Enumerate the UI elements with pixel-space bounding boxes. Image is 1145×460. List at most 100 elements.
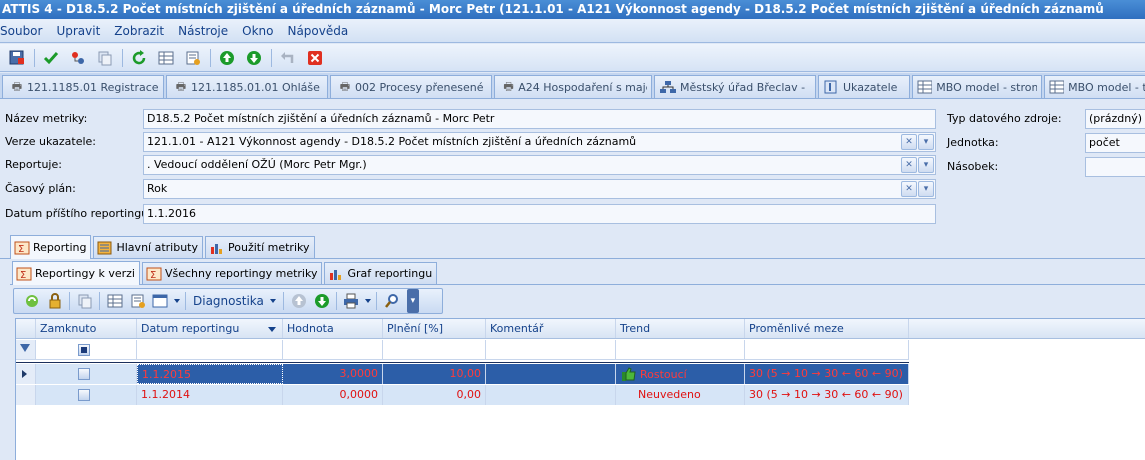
metric-name-field[interactable]: D18.5.2 Počet místních zjištění a úřední… <box>143 109 936 129</box>
refresh-button[interactable] <box>128 47 150 69</box>
doc-tab-ohlaseni[interactable]: 🖶 121.1185.01.01 Ohláše <box>166 75 328 98</box>
cell-trend[interactable]: Neuvedeno <box>616 385 745 405</box>
filter-cell-comment[interactable] <box>486 340 616 359</box>
menu-napoveda[interactable]: Nápověda <box>281 20 356 42</box>
metric-form: Název metriky: D18.5.2 Počet místních zj… <box>0 100 1145 230</box>
chevron-down-icon[interactable]: ▾ <box>918 157 934 173</box>
menu-okno[interactable]: Okno <box>236 20 281 42</box>
tab-reporting[interactable]: Σ Reporting <box>10 235 92 259</box>
cell-locked[interactable] <box>36 385 137 405</box>
print-icon: 🖶 <box>175 79 187 93</box>
reporter-combo[interactable]: . Vedoucí oddělení OŽÚ (Morc Petr Mgr.) … <box>143 155 936 175</box>
column-header-locked[interactable]: Zamknuto <box>36 319 137 338</box>
find-button[interactable] <box>382 290 402 312</box>
column-header-trend[interactable]: Trend <box>616 319 745 338</box>
table-view-button[interactable] <box>105 290 125 312</box>
doc-tab-label: MBO model - strom <box>936 80 1037 94</box>
tab-all-metric-reports[interactable]: Σ Všechny reportingy metriky <box>141 262 323 284</box>
cell-fulfillment[interactable]: 0,00 <box>383 385 486 405</box>
undo-button[interactable] <box>277 47 299 69</box>
menu-zobrazit[interactable]: Zobrazit <box>108 20 172 42</box>
move-down-button[interactable] <box>243 47 265 69</box>
data-source-type-field[interactable]: (prázdný) <box>1085 109 1145 129</box>
refresh-icon <box>132 49 146 64</box>
save-close-button[interactable] <box>6 47 28 69</box>
menu-upravit[interactable]: Upravit <box>50 20 108 42</box>
layout-button[interactable] <box>151 290 181 312</box>
refresh-grid-button[interactable] <box>22 290 42 312</box>
cell-comment[interactable] <box>486 385 616 405</box>
move-up-button[interactable] <box>289 290 309 312</box>
properties-button[interactable] <box>128 290 148 312</box>
workflow-button[interactable] <box>67 47 89 69</box>
locked-checkbox[interactable] <box>78 368 90 380</box>
cell-trend[interactable]: Rostoucí <box>616 364 745 384</box>
filter-cell-trend[interactable] <box>616 340 745 359</box>
doc-tab-procesy[interactable]: 🖶 002 Procesy přenesené <box>330 75 492 98</box>
toolbar-separator <box>99 292 100 310</box>
cell-fulfillment[interactable]: 10,00 <box>383 364 486 384</box>
filter-locked-checkbox[interactable] <box>78 344 90 356</box>
lock-button[interactable] <box>45 290 65 312</box>
table-row[interactable]: 1.1.2014 0,0000 0,00 Neuvedeno 30 (5 → 1… <box>16 385 909 405</box>
clear-icon[interactable]: ✕ <box>901 157 917 173</box>
filter-row <box>16 340 909 360</box>
column-header-limits[interactable]: Proměnlivé meze <box>745 319 909 338</box>
undo-icon <box>281 51 294 63</box>
tab-main-attributes[interactable]: Hlavní atributy <box>93 236 203 258</box>
cell-date[interactable]: 1.1.2014 <box>137 385 283 405</box>
svg-text:Σ: Σ <box>18 244 24 255</box>
filter-cell-limits[interactable] <box>745 340 909 359</box>
print-button[interactable] <box>342 290 372 312</box>
doc-tab-registrace[interactable]: 🖶 121.1185.01 Registrace <box>2 75 164 98</box>
row-indicator <box>16 385 36 405</box>
filter-cell-date[interactable] <box>137 340 283 359</box>
copy-button[interactable] <box>94 47 116 69</box>
unit-field[interactable]: počet <box>1085 133 1145 153</box>
column-header-date[interactable]: Datum reportingu <box>137 319 283 338</box>
doc-tab-ukazatele[interactable]: Ukazatele <box>818 75 910 98</box>
table-row[interactable]: 1.1.2015 3,0000 10,00 Rostoucí 30 (5 → 1… <box>16 364 909 384</box>
cell-limits[interactable]: 30 (5 → 10 → 30 ← 60 ← 90) <box>745 385 909 405</box>
menu-soubor[interactable]: Soubor <box>0 20 50 42</box>
column-header-fulfillment[interactable]: Plnění [%] <box>383 319 486 338</box>
filter-cell-value[interactable] <box>283 340 383 359</box>
next-report-date-field[interactable]: 1.1.2016 <box>143 204 936 224</box>
cell-comment[interactable] <box>486 364 616 384</box>
cell-date[interactable]: 1.1.2015 <box>137 364 283 384</box>
clear-icon[interactable]: ✕ <box>901 134 917 150</box>
filter-cell-locked[interactable] <box>36 340 137 359</box>
chevron-down-icon[interactable]: ▾ <box>918 181 934 197</box>
cell-locked[interactable] <box>36 364 137 384</box>
doc-tab-mestsky-urad[interactable]: Městský úřad Břeclav - <box>654 75 816 98</box>
confirm-button[interactable] <box>40 47 62 69</box>
delete-button[interactable] <box>304 47 326 69</box>
properties-button[interactable] <box>182 47 204 69</box>
toolbar-overflow-button[interactable]: ▾ <box>406 289 419 313</box>
diagnostics-dropdown[interactable]: Diagnostika <box>191 294 282 308</box>
locked-checkbox[interactable] <box>78 389 90 401</box>
tab-reports-for-version[interactable]: Σ Reportingy k verzi <box>12 261 140 285</box>
cell-value[interactable]: 0,0000 <box>283 385 383 405</box>
grid-icon <box>1049 80 1065 94</box>
column-header-value[interactable]: Hodnota <box>283 319 383 338</box>
table-view-button[interactable] <box>155 47 177 69</box>
doc-tab-mbo-tabulka[interactable]: MBO model - ta <box>1044 75 1145 98</box>
cell-limits[interactable]: 30 (5 → 10 → 30 ← 60 ← 90) <box>745 364 909 384</box>
column-header-comment[interactable]: Komentář <box>486 319 616 338</box>
filter-cell-fulfillment[interactable] <box>383 340 486 359</box>
chevron-down-icon[interactable]: ▾ <box>918 134 934 150</box>
indicator-version-combo[interactable]: 121.1.01 - A121 Výkonnost agendy - D18.5… <box>143 132 936 152</box>
clear-icon[interactable]: ✕ <box>901 181 917 197</box>
move-down-button[interactable] <box>312 290 332 312</box>
time-plan-combo[interactable]: Rok ✕ ▾ <box>143 179 936 199</box>
copy-row-button[interactable] <box>75 290 95 312</box>
tab-report-chart[interactable]: Graf reportingu <box>324 262 438 284</box>
menu-nastroje[interactable]: Nástroje <box>172 20 236 42</box>
tab-metric-usage[interactable]: Použití metriky <box>205 236 315 258</box>
move-up-button[interactable] <box>216 47 238 69</box>
cell-value[interactable]: 3,0000 <box>283 364 383 384</box>
multiplier-field[interactable] <box>1085 157 1145 177</box>
doc-tab-mbo-strom[interactable]: MBO model - strom <box>912 75 1042 98</box>
doc-tab-hospodareni[interactable]: 🖶 A24 Hospodaření s maje <box>494 75 652 98</box>
